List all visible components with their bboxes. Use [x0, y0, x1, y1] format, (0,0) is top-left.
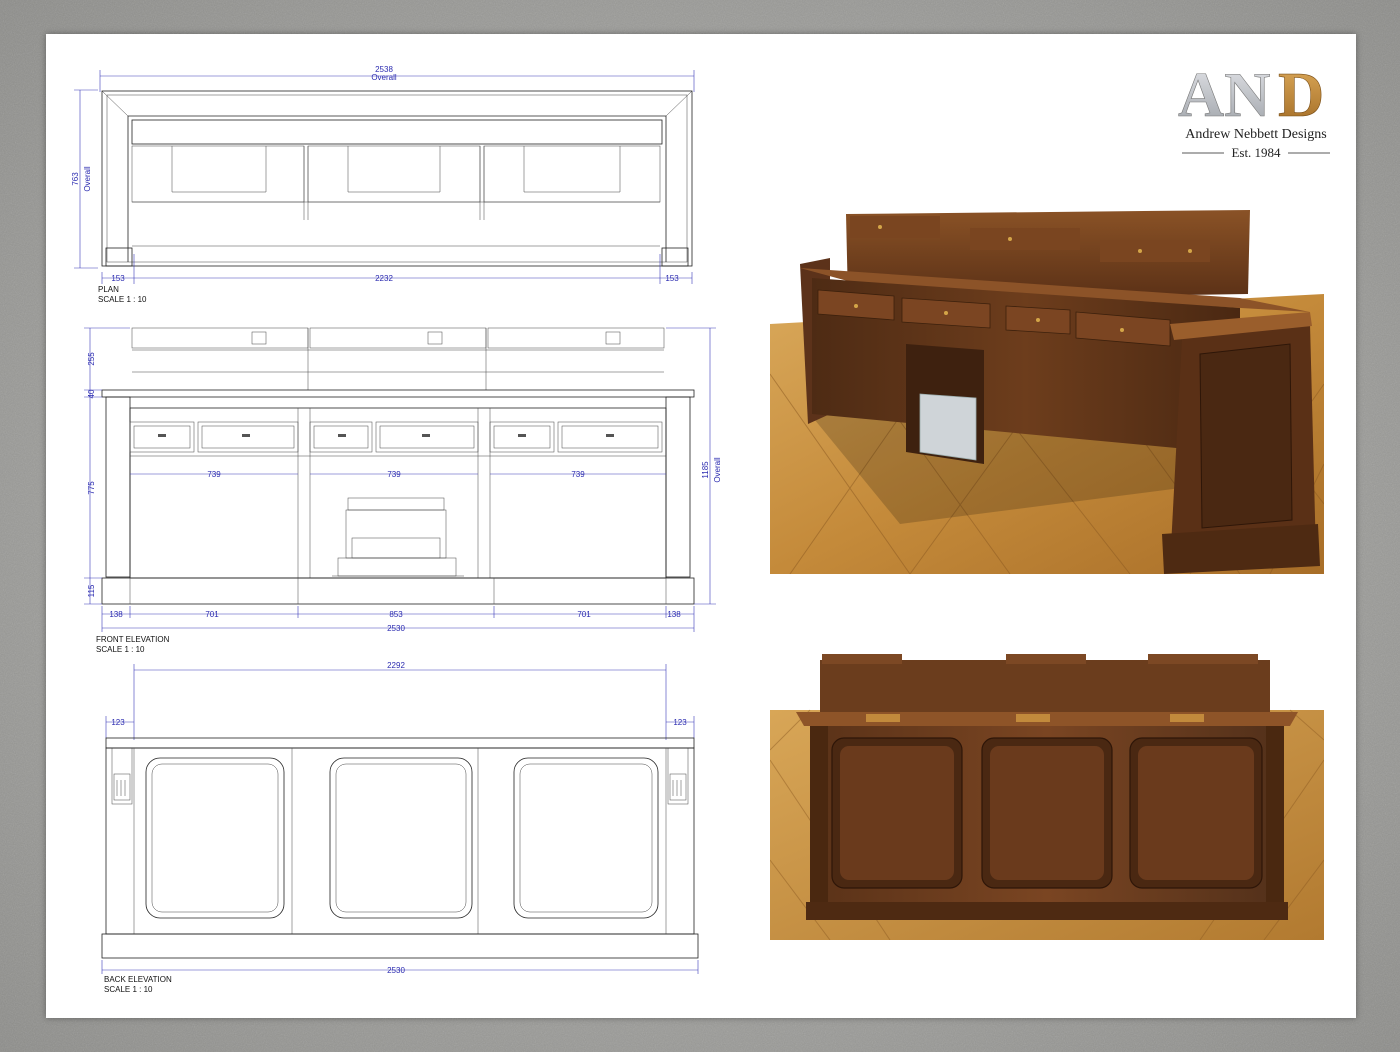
- render-front-3d: [770, 174, 1324, 574]
- back-scale: SCALE 1 : 10: [104, 985, 153, 994]
- front-right-end: 138: [667, 610, 681, 619]
- plan-left-end: 153: [111, 274, 125, 283]
- front-overall-height-word: Overall: [713, 457, 722, 483]
- back-overall-width: 2530: [387, 966, 405, 975]
- plan-overall-width-word: Overall: [371, 73, 397, 82]
- plan-title: PLAN: [98, 285, 119, 294]
- svg-text:AN: AN: [1178, 59, 1270, 130]
- plan-view: 2538 Overall 763 Overall 153 2232 153 PL…: [71, 65, 695, 304]
- front-left-bay: 701: [205, 610, 219, 619]
- back-right-overhang: 123: [673, 718, 687, 727]
- front-overall-width: 2530: [387, 624, 405, 633]
- front-overall-height: 1185: [701, 461, 710, 479]
- front-upper-height: 255: [87, 352, 96, 366]
- plan-depth: 763: [71, 172, 80, 186]
- front-bay-1: 739: [207, 470, 221, 479]
- front-right-bay: 701: [577, 610, 591, 619]
- and-monogram: AN D Andrew Nebbett Designs Est. 1984: [1178, 59, 1330, 160]
- brand-logo: AN D Andrew Nebbett Designs Est. 1984: [1166, 54, 1346, 184]
- front-bay-3: 739: [571, 470, 585, 479]
- front-scale: SCALE 1 : 10: [96, 645, 145, 654]
- front-center-bay: 853: [389, 610, 403, 619]
- back-upper-width: 2292: [387, 661, 405, 670]
- back-elevation: 2292 123 123 2530 BACK ELEVATION SCALE 1…: [101, 661, 699, 994]
- drawing-sheet: 2538 Overall 763 Overall 153 2232 153 PL…: [46, 34, 1356, 1018]
- front-title: FRONT ELEVATION: [96, 635, 170, 644]
- company-name: Andrew Nebbett Designs: [1185, 127, 1327, 142]
- plan-scale: SCALE 1 : 10: [98, 295, 147, 304]
- render-back-3d: [770, 640, 1324, 940]
- front-bay-2: 739: [387, 470, 401, 479]
- front-plinth-height: 115: [87, 584, 96, 597]
- front-top-thickness: 40: [87, 389, 96, 398]
- plan-middle: 2232: [375, 274, 393, 283]
- back-title: BACK ELEVATION: [104, 975, 172, 984]
- printer-outline: [332, 497, 464, 577]
- plan-right-end: 153: [665, 274, 679, 283]
- back-left-overhang: 123: [111, 718, 125, 727]
- svg-text:D: D: [1278, 59, 1324, 130]
- established-year: Est. 1984: [1231, 145, 1281, 160]
- plan-depth-word: Overall: [83, 166, 92, 192]
- front-elevation: 739 739 739 255 40 775 115 1185 Overall: [84, 327, 722, 654]
- front-body-height: 775: [87, 481, 96, 495]
- front-left-end: 138: [109, 610, 123, 619]
